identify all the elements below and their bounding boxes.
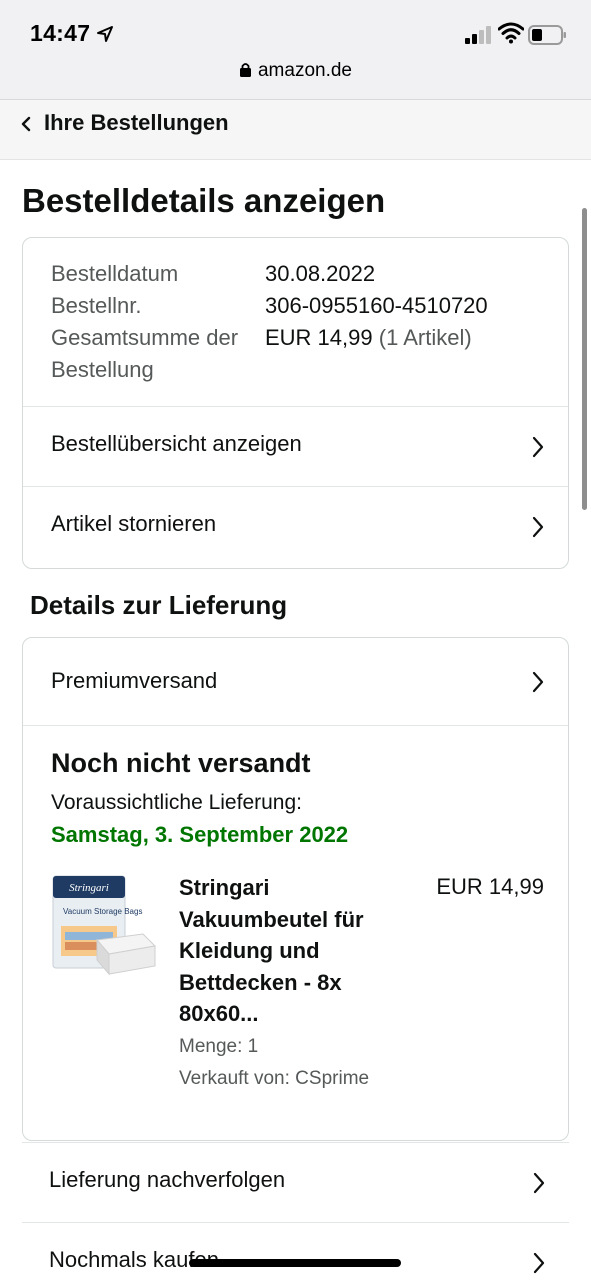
battery-icon (528, 25, 566, 45)
order-date-value: 30.08.2022 (265, 261, 376, 286)
delivery-card: Premiumversand Noch nicht versandt Vorau… (22, 637, 569, 1141)
product-quantity: Menge: 1 (179, 1036, 259, 1057)
cellular-signal-icon (465, 26, 491, 44)
chevron-left-icon (21, 116, 31, 132)
url-bar[interactable]: amazon.de (0, 60, 591, 82)
product-image[interactable]: Stringari Vacuum Storage Bags (51, 874, 159, 978)
product-image-brand: Stringari (69, 882, 109, 894)
lock-icon (239, 63, 251, 77)
order-number-value: 306-0955160-4510720 (265, 293, 488, 318)
chevron-right-icon (532, 516, 544, 538)
order-date-label: Bestelldatum (51, 261, 179, 286)
back-navigation[interactable]: Ihre Bestellungen (0, 100, 591, 160)
product-title-link[interactable]: Stringari Vakuumbeutel für Kleidung und … (179, 872, 419, 1030)
order-item-count: (1 Artikel) (378, 325, 472, 350)
track-package-link[interactable]: Lieferung nachverfolgen (22, 1142, 569, 1222)
view-order-summary-link[interactable]: Bestellübersicht anzeigen (23, 406, 568, 486)
shipping-method-link[interactable]: Premiumversand (23, 638, 568, 726)
wifi-icon (498, 22, 524, 44)
view-order-summary-label: Bestellübersicht anzeigen (51, 431, 302, 456)
order-summary-card: Bestelldatum 30.08.2022 Bestellnr. 306-0… (22, 237, 569, 569)
product-seller: Verkauft von: CSprime (179, 1068, 370, 1089)
product-price: EUR 14,99 (436, 874, 544, 899)
delivery-section-title: Details zur Lieferung (30, 590, 288, 620)
order-number-label: Bestellnr. (51, 293, 142, 318)
order-total-value: EUR 14,99 (265, 325, 373, 350)
track-package-label: Lieferung nachverfolgen (49, 1167, 286, 1192)
cancel-items-link[interactable]: Artikel stornieren (23, 486, 568, 566)
cancel-items-label: Artikel stornieren (51, 511, 217, 536)
status-time: 14:47 (30, 20, 91, 46)
shipment-status: Noch nicht versandt (51, 748, 311, 778)
buy-again-link[interactable]: Nochmals kaufen (22, 1222, 569, 1280)
home-indicator[interactable] (189, 1259, 401, 1267)
chevron-right-icon (533, 1252, 545, 1274)
order-total-value-wrap: EUR 14,99 (1 Artikel) (265, 322, 472, 386)
order-date-row: Bestelldatum 30.08.2022 (51, 258, 488, 290)
browser-chrome: 14:47 amazon.de (0, 0, 591, 100)
back-link-label: Ihre Bestellungen (44, 110, 229, 135)
url-text: amazon.de (257, 60, 352, 81)
eta-date: Samstag, 3. September 2022 (51, 822, 349, 847)
location-arrow-icon (97, 26, 113, 42)
page-title: Bestelldetails anzeigen (22, 182, 386, 219)
order-number-row: Bestellnr. 306-0955160-4510720 (51, 290, 488, 322)
chevron-right-icon (533, 1172, 545, 1194)
order-total-row: Gesamtsumme der Bestellung EUR 14,99 (1 … (51, 322, 488, 386)
chevron-right-icon (532, 436, 544, 458)
scrollbar[interactable] (582, 208, 587, 510)
order-total-label: Gesamtsumme der Bestellung (51, 325, 239, 382)
shipping-method-label: Premiumversand (51, 668, 218, 693)
product-image-caption: Vacuum Storage Bags (63, 907, 142, 916)
eta-label: Voraussichtliche Lieferung: (51, 791, 302, 814)
order-info: Bestelldatum 30.08.2022 Bestellnr. 306-0… (51, 258, 488, 386)
chevron-right-icon (532, 671, 544, 693)
